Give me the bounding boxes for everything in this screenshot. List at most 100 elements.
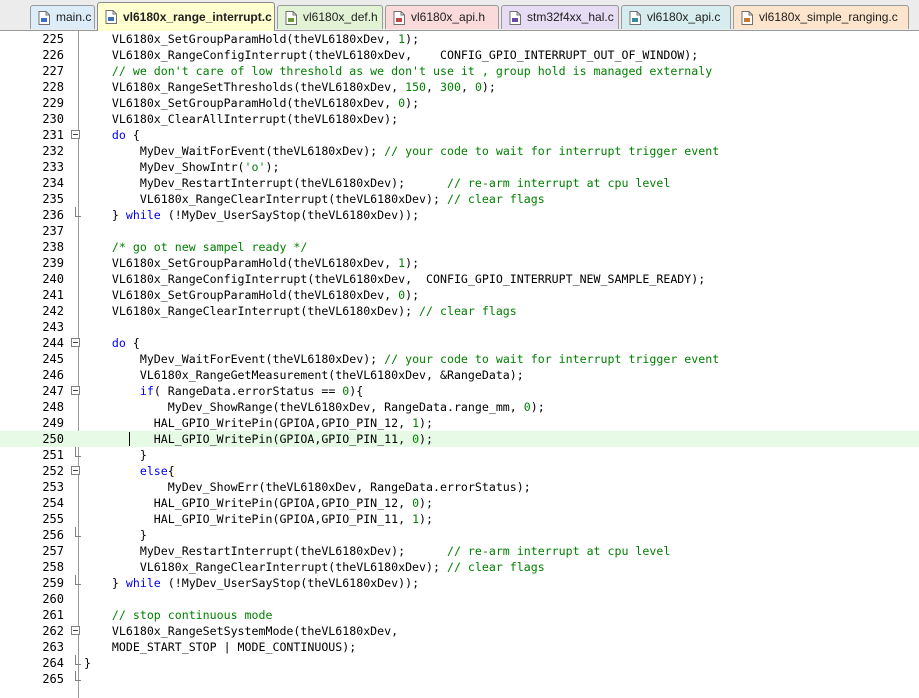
code-text[interactable]: // stop continuous mode [84,607,273,623]
code-text[interactable]: VL6180x_SetGroupParamHold(theVL6180xDev,… [84,287,419,303]
code-text[interactable]: if( RangeData.errorStatus == 0){ [84,383,363,399]
code-line[interactable]: 238 /* go ot new sampel ready */ [0,239,919,255]
code-text[interactable]: MyDev_RestartInterrupt(theVL6180xDev); /… [84,175,671,191]
code-text[interactable]: VL6180x_RangeClearInterrupt(theVL6180xDe… [84,191,545,207]
tab-vl6180x-simple-ranging-c[interactable]: vl6180x_simple_ranging.c [733,5,909,29]
tab-vl6180x-range-interrupt-c[interactable]: vl6180x_range_interrupt.c [97,2,275,31]
code-line[interactable]: 235 VL6180x_RangeClearInterrupt(theVL618… [0,191,919,207]
code-text[interactable]: VL6180x_SetGroupParamHold(theVL6180xDev,… [84,95,419,111]
code-line[interactable]: 233 MyDev_ShowIntr('o'); [0,159,919,175]
code-text[interactable]: MODE_START_STOP | MODE_CONTINUOUS); [84,639,356,655]
code-text[interactable]: VL6180x_RangeConfigInterrupt(theVL6180xD… [84,271,705,287]
fold-collapse-icon[interactable] [71,130,80,139]
code-text[interactable]: VL6180x_RangeConfigInterrupt(theVL6180xD… [84,47,698,63]
code-text[interactable]: } while (!MyDev_UserSayStop(theVL6180xDe… [84,575,419,591]
code-line[interactable]: 230 VL6180x_ClearAllInterrupt(theVL6180x… [0,111,919,127]
code-line[interactable]: 260 [0,591,919,607]
code-line[interactable]: 254 HAL_GPIO_WritePin(GPIOA,GPIO_PIN_12,… [0,495,919,511]
code-token-comment: // clear flags [419,304,517,318]
code-line[interactable]: 247 if( RangeData.errorStatus == 0){ [0,383,919,399]
code-line[interactable]: 242 VL6180x_RangeClearInterrupt(theVL618… [0,303,919,319]
code-text[interactable]: VL6180x_RangeGetMeasurement(theVL6180xDe… [84,367,524,383]
code-text[interactable]: } [84,527,147,543]
code-line[interactable]: 253 MyDev_ShowErr(theVL6180xDev, RangeDa… [0,479,919,495]
code-text[interactable]: MyDev_RestartInterrupt(theVL6180xDev); /… [84,543,671,559]
code-line[interactable]: 237 [0,223,919,239]
file-icon [629,11,641,25]
code-text[interactable]: MyDev_ShowErr(theVL6180xDev, RangeData.e… [84,479,531,495]
tab-vl6180x-def-h[interactable]: vl6180x_def.h [277,5,383,29]
code-line[interactable]: 263 MODE_START_STOP | MODE_CONTINUOUS); [0,639,919,655]
code-line[interactable]: 241 VL6180x_SetGroupParamHold(theVL6180x… [0,287,919,303]
code-line[interactable]: 251 } [0,447,919,463]
code-line[interactable]: 232 MyDev_WaitForEvent(theVL6180xDev); /… [0,143,919,159]
code-line[interactable]: 226 VL6180x_RangeConfigInterrupt(theVL61… [0,47,919,63]
code-text[interactable]: HAL_GPIO_WritePin(GPIOA,GPIO_PIN_12, 1); [84,415,433,431]
code-line[interactable]: 265 [0,671,919,687]
code-text[interactable]: } [84,447,147,463]
code-text[interactable]: VL6180x_RangeClearInterrupt(theVL6180xDe… [84,559,545,575]
code-line[interactable]: 229 VL6180x_SetGroupParamHold(theVL6180x… [0,95,919,111]
code-line[interactable]: 250 HAL_GPIO_WritePin(GPIOA,GPIO_PIN_11,… [0,431,919,447]
code-line[interactable]: 240 VL6180x_RangeConfigInterrupt(theVL61… [0,271,919,287]
code-line[interactable]: 225 VL6180x_SetGroupParamHold(theVL6180x… [0,31,919,47]
fold-collapse-icon[interactable] [71,338,80,347]
code-token: ); [419,496,434,510]
code-line[interactable]: 264} [0,655,919,671]
code-text[interactable]: VL6180x_SetGroupParamHold(theVL6180xDev,… [84,31,419,47]
code-text[interactable]: } [84,655,91,671]
code-text[interactable]: HAL_GPIO_WritePin(GPIOA,GPIO_PIN_11, 1); [84,511,433,527]
code-text[interactable]: MyDev_WaitForEvent(theVL6180xDev); // yo… [84,351,719,367]
code-text[interactable]: MyDev_ShowIntr('o'); [84,159,280,175]
code-line[interactable]: 252 else{ [0,463,919,479]
code-line[interactable]: 231 do { [0,127,919,143]
code-text[interactable]: HAL_GPIO_WritePin(GPIOA,GPIO_PIN_11, 0); [84,431,433,447]
code-text[interactable]: MyDev_ShowRange(theVL6180xDev, RangeData… [84,399,545,415]
code-text[interactable]: do { [84,335,140,351]
code-text[interactable]: VL6180x_RangeSetSystemMode(theVL6180xDev… [84,623,398,639]
code-line[interactable]: 243 [0,319,919,335]
line-number: 258 [42,560,64,574]
code-text[interactable]: MyDev_WaitForEvent(theVL6180xDev); // yo… [84,143,719,159]
code-text[interactable]: do { [84,127,140,143]
code-line[interactable]: 257 MyDev_RestartInterrupt(theVL6180xDev… [0,543,919,559]
fold-collapse-icon[interactable] [71,466,80,475]
code-line[interactable]: 246 VL6180x_RangeGetMeasurement(theVL618… [0,367,919,383]
code-token-number: 0 [523,400,531,414]
code-text[interactable]: else{ [84,463,175,479]
code-line[interactable]: 256 } [0,527,919,543]
code-text[interactable]: VL6180x_RangeSetThresholds(theVL6180xDev… [84,79,496,95]
line-number: 265 [42,672,64,686]
code-line[interactable]: 245 MyDev_WaitForEvent(theVL6180xDev); /… [0,351,919,367]
code-line[interactable]: 258 VL6180x_RangeClearInterrupt(theVL618… [0,559,919,575]
code-text[interactable]: // we don't care of low threshold as we … [84,63,712,79]
code-line[interactable]: 255 HAL_GPIO_WritePin(GPIOA,GPIO_PIN_11,… [0,511,919,527]
code-line[interactable]: 228 VL6180x_RangeSetThresholds(theVL6180… [0,79,919,95]
code-line[interactable]: 244 do { [0,335,919,351]
code-text[interactable]: HAL_GPIO_WritePin(GPIOA,GPIO_PIN_12, 0); [84,495,433,511]
code-line[interactable]: 227 // we don't care of low threshold as… [0,63,919,79]
code-text[interactable]: VL6180x_ClearAllInterrupt(theVL6180xDev)… [84,111,398,127]
code-line[interactable]: 262 VL6180x_RangeSetSystemMode(theVL6180… [0,623,919,639]
fold-collapse-icon[interactable] [71,386,80,395]
code-line[interactable]: 234 MyDev_RestartInterrupt(theVL6180xDev… [0,175,919,191]
code-text[interactable]: VL6180x_RangeClearInterrupt(theVL6180xDe… [84,303,517,319]
code-text[interactable]: } while (!MyDev_UserSayStop(theVL6180xDe… [84,207,419,223]
fold-collapse-icon[interactable] [71,626,80,635]
code-line[interactable]: 239 VL6180x_SetGroupParamHold(theVL6180x… [0,255,919,271]
tab-vl6180x-api-h[interactable]: vl6180x_api.h [385,5,499,29]
code-line[interactable]: 259 } while (!MyDev_UserSayStop(theVL618… [0,575,919,591]
code-line[interactable]: 261 // stop continuous mode [0,607,919,623]
tab-main-c[interactable]: main.c [30,5,95,29]
code-text[interactable]: VL6180x_SetGroupParamHold(theVL6180xDev,… [84,255,419,271]
code-text[interactable]: /* go ot new sampel ready */ [84,239,307,255]
code-editor[interactable]: 225 VL6180x_SetGroupParamHold(theVL6180x… [0,31,919,687]
tab-stm32f4xx-hal-c[interactable]: stm32f4xx_hal.c [501,5,619,29]
tab-vl6180x-api-c[interactable]: vl6180x_api.c [621,5,731,29]
code-line[interactable]: 248 MyDev_ShowRange(theVL6180xDev, Range… [0,399,919,415]
code-token: VL6180x_SetGroupParamHold(theVL6180xDev, [84,32,399,46]
code-line[interactable]: 249 HAL_GPIO_WritePin(GPIOA,GPIO_PIN_12,… [0,415,919,431]
code-line[interactable]: 236 } while (!MyDev_UserSayStop(theVL618… [0,207,919,223]
code-token-number: 300 [440,80,461,94]
